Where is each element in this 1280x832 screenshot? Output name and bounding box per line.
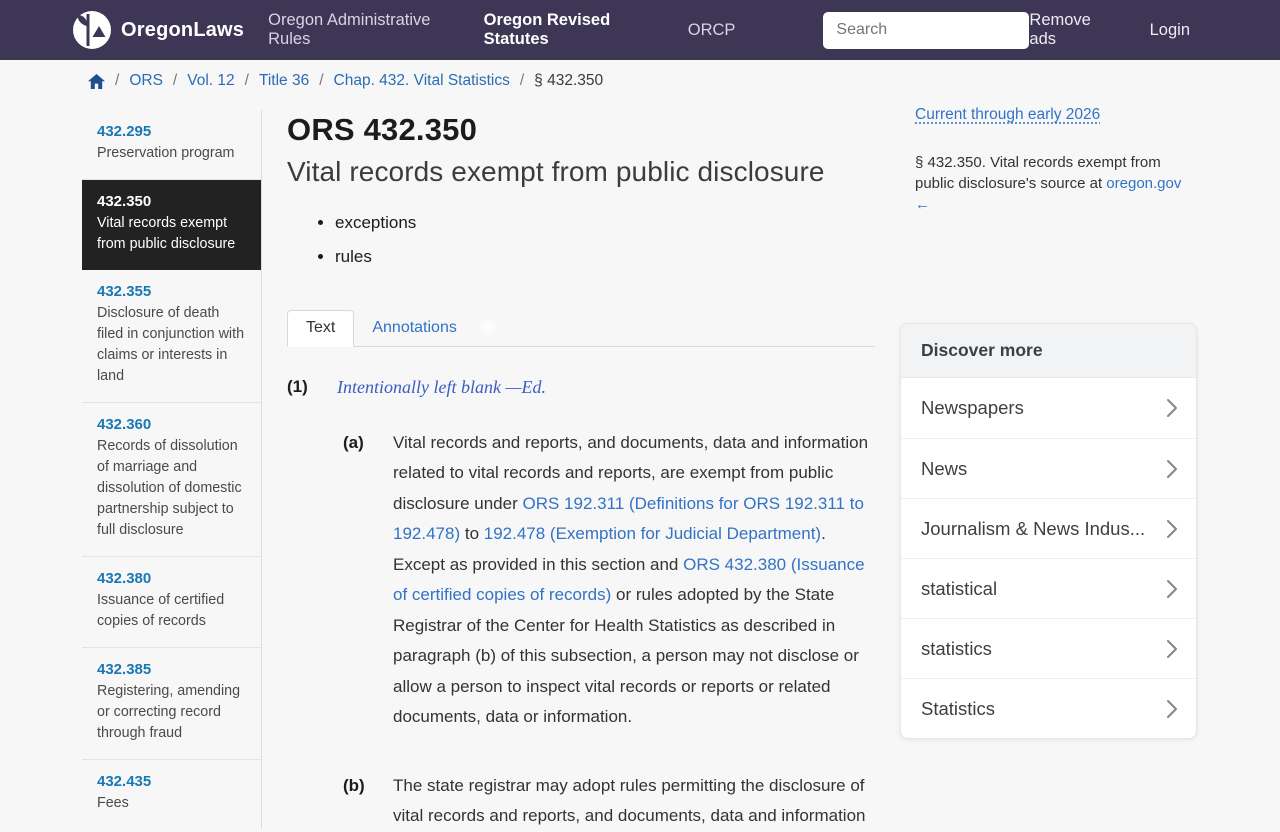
aside-meta: Current through early 2026 § 432.350. Vi… [915,106,1187,215]
discover-item-label: statistical [921,578,997,600]
statute-item-title: Fees [97,793,247,814]
statute-number-heading: ORS 432.350 [287,112,875,148]
statute-list-item[interactable]: 432.360 Records of dissolution of marriag… [82,402,261,556]
remove-ads-link[interactable]: Remove ads [1029,11,1105,49]
statute-number-link[interactable]: 432.435 [97,773,247,790]
paragraph-text-segment: Intentionally left blank —Ed. [337,377,546,397]
chevron-right-icon [1166,639,1178,659]
breadcrumb-separator: / [520,72,524,90]
nav-orcp[interactable]: ORCP [688,21,736,40]
nav-oregon-administrative-rules[interactable]: Oregon Administrative Rules [268,11,452,49]
statute-item-title: Registering, amending or correcting reco… [97,681,247,744]
oregon-gov-link[interactable]: oregon.gov [1106,175,1181,192]
breadcrumb-link[interactable]: Title 36 [259,72,309,90]
statute-list-item[interactable]: 432.385 Registering, amending or correcti… [82,647,261,759]
statute-paragraph: (1) Intentionally left blank —Ed. [287,372,875,403]
discover-item[interactable]: Newspapers [901,378,1196,438]
login-link[interactable]: Login [1150,21,1190,40]
keyword-list: exceptions rules [287,213,875,267]
breadcrumb-separator: / [245,72,249,90]
paragraph-text-segment: or rules adopted by the State Registrar … [393,585,859,726]
chevron-right-icon [1166,459,1178,479]
nav-oregon-revised-statutes[interactable]: Oregon Revised Statutes [484,11,657,49]
statute-item-title: Vital records exempt from public disclos… [97,213,247,255]
chevron-right-icon [1166,519,1178,539]
breadcrumb-home-link[interactable] [88,74,105,89]
breadcrumb-link[interactable]: Vol. 12 [187,72,234,90]
statute-cross-reference-link[interactable]: 192.478 (Exemption for Judicial Departme… [484,524,821,543]
home-icon [88,74,105,89]
source-back-arrow[interactable]: ← [915,196,930,213]
tab-annotations[interactable]: Annotations [354,311,475,346]
source-note: § 432.350. Vital records exempt from pub… [915,152,1187,215]
statute-list-item[interactable]: 432.295 Preservation program [82,110,261,179]
breadcrumb-separator: / [173,72,177,90]
chevron-right-icon [1166,699,1178,719]
chevron-right-icon [1166,579,1178,599]
paragraph-text-segment: The state registrar may adopt rules perm… [393,776,866,826]
statute-paragraph: (b) The state registrar may adopt rules p… [343,771,875,832]
paragraph-label: (a) [343,428,393,733]
breadcrumb-separator: / [319,72,323,90]
paragraph-label: (1) [287,372,337,403]
statute-item-title: Records of dissolution of marriage and d… [97,436,247,541]
header-links: Remove ads Login [1029,11,1190,49]
breadcrumb-link[interactable]: ORS [129,72,163,90]
breadcrumb-items: / ORS / Vol. 12 / Title 36 / Chap. 432. Vital S… [105,72,603,90]
breadcrumb-separator: / [115,72,119,90]
keyword-item: rules [335,247,875,267]
statute-list: 432.295 Preservation program 432.350 Vital … [82,110,262,829]
statute-number-link[interactable]: 432.385 [97,661,247,678]
paragraph-text-segment: to [460,524,484,543]
statute-number-link[interactable]: 432.380 [97,570,247,587]
currency-link[interactable]: Current through early 2026 [915,106,1100,123]
editor-note: Intentionally left blank —Ed. [337,372,815,403]
annotations-loading-badge [481,320,495,334]
statute-list-item[interactable]: 432.355 Disclosure of death filed in conj… [82,270,261,402]
discover-list: Newspapers News Journalism & News Indus...… [901,378,1196,738]
discover-item-label: statistics [921,638,992,660]
discover-more-title: Discover more [901,324,1196,378]
top-header: OregonLaws Oregon Administrative Rules O… [0,0,1280,60]
discover-item[interactable]: statistical [901,558,1196,618]
discover-item-label: News [921,458,967,480]
search-input[interactable] [823,12,1029,49]
discover-item[interactable]: Statistics [901,678,1196,738]
oregonlaws-logo-icon [72,10,112,50]
breadcrumb-link[interactable]: Chap. 432. Vital Statistics [334,72,510,90]
statute-number-link[interactable]: 432.295 [97,123,247,140]
main-content: ORS 432.350 Vital records exempt from pu… [287,112,875,832]
brand-name: OregonLaws [121,19,244,42]
tab-text[interactable]: Text [287,310,354,347]
chevron-right-icon [1166,398,1178,418]
discover-item-label: Statistics [921,698,995,720]
statute-list-item-selected[interactable]: 432.350 Vital records exempt from public … [82,179,261,270]
statute-number-link[interactable]: 432.360 [97,416,247,433]
statute-item-title: Preservation program [97,143,247,164]
statute-list-item[interactable]: 432.435 Fees [82,759,261,829]
tab-row: Text Annotations [287,310,875,347]
paragraph-text: Vital records and reports, and documents… [393,428,871,733]
breadcrumb-current: § 432.350 [534,72,603,90]
statute-item-title: Disclosure of death filed in conjunction… [97,303,247,387]
statute-number-link[interactable]: 432.355 [97,283,247,300]
statute-title-heading: Vital records exempt from public disclos… [287,156,875,188]
statute-paragraph: (a) Vital records and reports, and docume… [343,428,875,733]
paragraph-label: (b) [343,771,393,832]
discover-more-panel: Discover more Newspapers News Journalism &… [900,323,1197,739]
discover-item[interactable]: News [901,438,1196,498]
primary-nav: Oregon Administrative Rules Oregon Revis… [268,11,735,49]
discover-item-label: Journalism & News Indus... [921,518,1145,540]
discover-item[interactable]: Journalism & News Indus... [901,498,1196,558]
statute-number-link[interactable]: 432.350 [97,193,247,210]
brand-logo[interactable]: OregonLaws [72,10,244,50]
discover-item[interactable]: statistics [901,618,1196,678]
statute-list-item[interactable]: 432.380 Issuance of certified copies of r… [82,556,261,647]
keyword-item: exceptions [335,213,875,233]
discover-item-label: Newspapers [921,397,1024,419]
statute-item-title: Issuance of certified copies of records [97,590,247,632]
paragraph-text: The state registrar may adopt rules perm… [393,771,871,832]
statute-body: (1) Intentionally left blank —Ed. (a) Vital… [287,372,875,832]
breadcrumb: / ORS / Vol. 12 / Title 36 / Chap. 432. Vital S… [0,60,1280,102]
